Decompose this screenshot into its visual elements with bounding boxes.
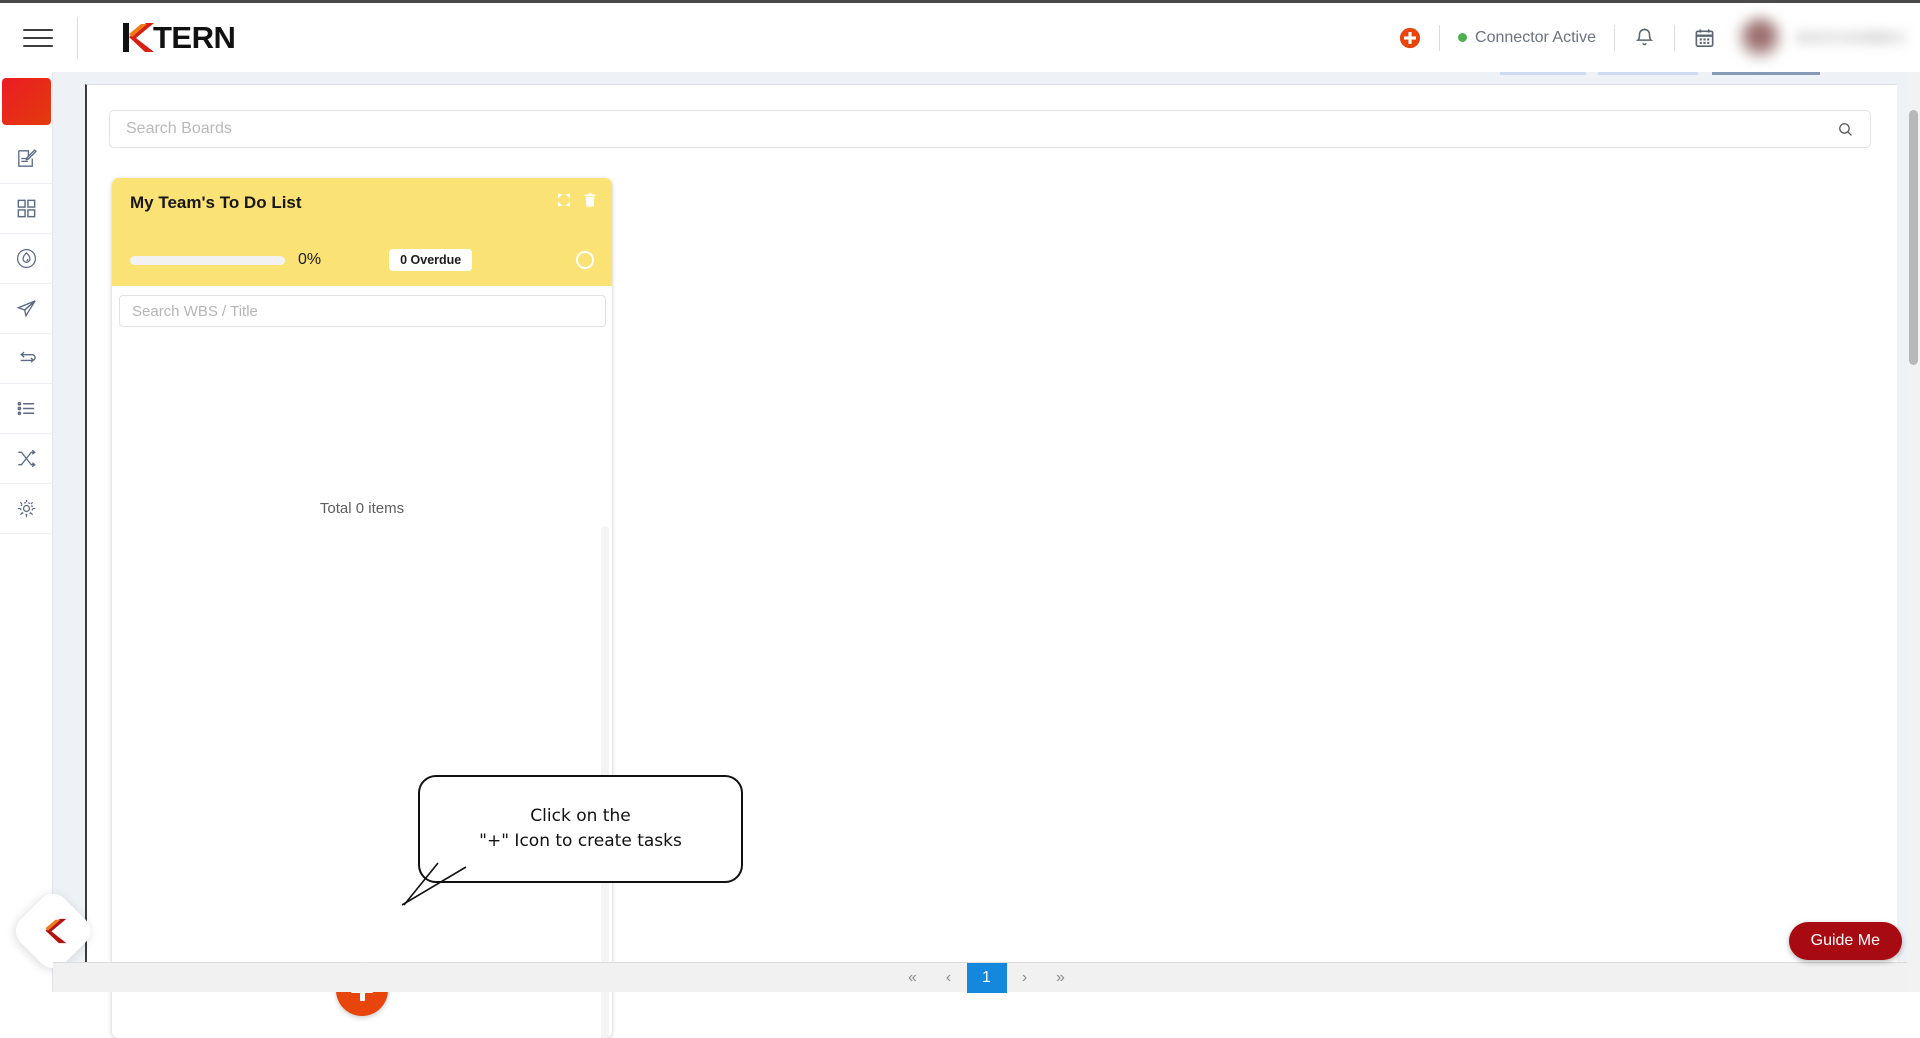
sidebar-item-shuffle[interactable] bbox=[0, 434, 53, 484]
list-icon bbox=[15, 397, 38, 420]
header-divider bbox=[77, 17, 78, 59]
username-label bbox=[1796, 30, 1908, 45]
flame-circle-icon bbox=[15, 247, 38, 270]
board-title: My Team's To Do List bbox=[130, 193, 594, 213]
guide-me-button[interactable]: Guide Me bbox=[1789, 922, 1902, 960]
pagination-last[interactable]: » bbox=[1043, 963, 1079, 993]
expand-icon[interactable] bbox=[556, 192, 572, 208]
header-right-group: Connector Active bbox=[1399, 2, 1920, 74]
app-logo[interactable]: TERN bbox=[120, 15, 235, 61]
page-scrollbar[interactable] bbox=[1907, 72, 1920, 992]
pagination-page-1[interactable]: 1 bbox=[967, 963, 1007, 993]
avatar[interactable] bbox=[1738, 16, 1782, 60]
gear-icon bbox=[15, 497, 38, 520]
plus-circle-icon[interactable] bbox=[1399, 27, 1421, 49]
sidebar-item-active-module[interactable] bbox=[2, 78, 51, 125]
board-card: My Team's To Do List 0% 0 Overdue bbox=[112, 178, 612, 1038]
logo-text: TERN bbox=[153, 20, 235, 56]
connector-status[interactable]: Connector Active bbox=[1458, 29, 1596, 47]
divider bbox=[1439, 25, 1440, 51]
k-logo-icon bbox=[38, 917, 68, 945]
user-menu[interactable] bbox=[1738, 16, 1908, 60]
callout-tail bbox=[378, 861, 498, 941]
k-logo-icon bbox=[120, 21, 156, 54]
scrollbar-thumb[interactable] bbox=[1909, 110, 1918, 365]
pagination-first[interactable]: « bbox=[895, 963, 931, 993]
pagination: « ‹ 1 › » bbox=[53, 962, 1920, 992]
grid-icon bbox=[15, 197, 38, 220]
sidebar-item-edit-document[interactable] bbox=[0, 134, 53, 184]
bell-icon[interactable] bbox=[1633, 26, 1656, 50]
left-sidebar bbox=[0, 72, 53, 992]
shuffle-icon bbox=[15, 447, 38, 470]
search-input[interactable] bbox=[110, 111, 1837, 147]
hamburger-icon[interactable] bbox=[23, 21, 57, 55]
pagination-prev[interactable]: ‹ bbox=[931, 963, 967, 993]
search-boards-field[interactable] bbox=[109, 110, 1871, 148]
sidebar-item-send[interactable] bbox=[0, 284, 53, 334]
app-header: TERN Connector Active bbox=[0, 0, 1920, 72]
calendar-icon[interactable] bbox=[1693, 26, 1716, 50]
divider bbox=[1614, 25, 1615, 51]
board-card-header: My Team's To Do List 0% 0 Overdue bbox=[112, 178, 612, 286]
progress-percent: 0% bbox=[298, 251, 321, 269]
sync-loop-icon bbox=[15, 347, 38, 370]
main-panel: My Team's To Do List 0% 0 Overdue bbox=[53, 72, 1920, 992]
sidebar-item-settings[interactable] bbox=[0, 484, 53, 534]
search-icon[interactable] bbox=[1837, 121, 1854, 138]
board-progress-row: 0% 0 Overdue bbox=[130, 249, 594, 271]
total-items-label: Total 0 items bbox=[112, 500, 612, 517]
status-dot-icon bbox=[1458, 33, 1467, 42]
sidebar-item-sync[interactable] bbox=[0, 334, 53, 384]
search-wbs-field[interactable] bbox=[119, 295, 606, 327]
paper-plane-icon bbox=[15, 297, 38, 320]
wbs-search-input[interactable] bbox=[120, 296, 605, 326]
board-header-actions bbox=[556, 192, 598, 208]
progress-bar bbox=[130, 256, 285, 265]
divider bbox=[1674, 25, 1675, 51]
sidebar-item-dashboard-grid[interactable] bbox=[0, 184, 53, 234]
status-circle-icon[interactable] bbox=[576, 251, 594, 269]
sidebar-item-task-list[interactable] bbox=[0, 384, 53, 434]
edit-document-icon bbox=[15, 147, 38, 170]
trash-icon[interactable] bbox=[582, 192, 598, 208]
boards-container: My Team's To Do List 0% 0 Overdue bbox=[85, 84, 1897, 992]
tutorial-callout: Click on the "+" Icon to create tasks bbox=[418, 775, 743, 883]
sidebar-item-insights[interactable] bbox=[0, 234, 53, 284]
connector-status-label: Connector Active bbox=[1475, 29, 1596, 47]
callout-line-1: Click on the bbox=[479, 804, 682, 830]
callout-line-2: "+" Icon to create tasks bbox=[479, 829, 682, 855]
overdue-badge: 0 Overdue bbox=[389, 249, 472, 271]
pagination-next[interactable]: › bbox=[1007, 963, 1043, 993]
